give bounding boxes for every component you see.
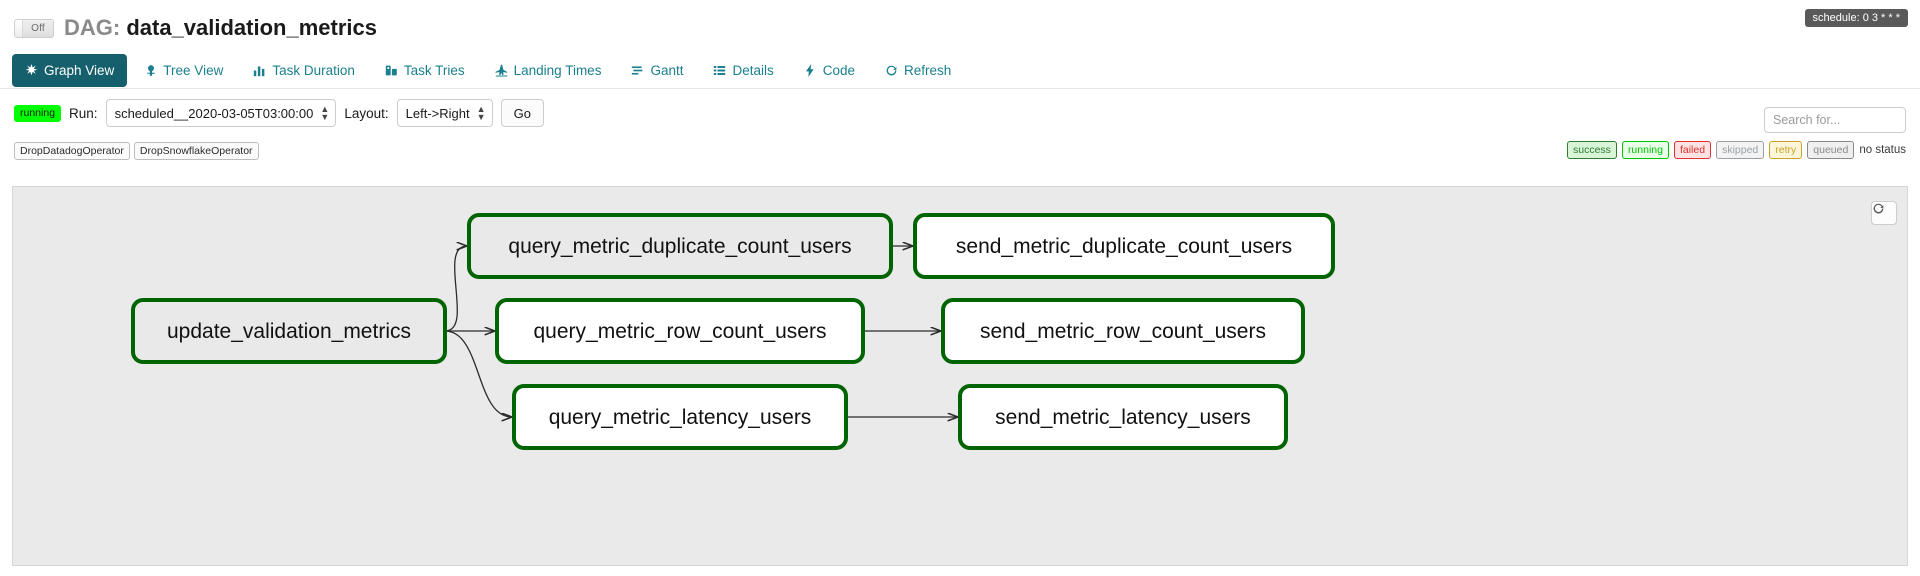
go-button[interactable]: Go [500,99,544,127]
chevron-updown-icon: ▲ ▼ [320,104,330,122]
status-legend: success running failed skipped retry queued no… [1567,141,1906,159]
node-label: update_validation_metrics [167,320,411,343]
dag-title-prefix: DAG: [64,15,127,40]
page-title: DAG: data_validation_metrics [64,15,377,41]
legend-badge-failed[interactable]: failed [1673,141,1712,159]
gantt-icon [631,64,644,77]
header-divider [0,88,1920,89]
graph-nodes: update_validation_metrics query_metric_du… [131,213,1335,450]
node-label: send_metric_row_count_users [980,320,1266,343]
schedule-badge: schedule: 0 3 * * * [1804,9,1908,27]
dagrun-state-badge[interactable]: running [14,104,62,122]
node-label: query_metric_latency_users [549,406,812,429]
dag-view-tabs: Graph View Tree View Task Duration Task Tri… [0,50,1920,90]
tab-tree-view[interactable]: Tree View [131,54,236,87]
tab-task-duration[interactable]: Task Duration [240,54,368,87]
graph-edge [444,246,467,332]
tab-label: Code [822,62,856,78]
run-controls: running Run: scheduled__2020-03-05T03:00… [0,90,1920,136]
operator-tag[interactable]: DropSnowflakeOperator [133,142,259,160]
legend-badge-success[interactable]: success [1567,141,1617,159]
graph-node-query_metric_latency_users[interactable]: query_metric_latency_users [512,384,848,450]
page-header: Off DAG: data_validation_metrics [0,0,1920,48]
layout-select-value: Left->Right [405,105,470,121]
chevron-updown-icon: ▲ ▼ [476,104,486,122]
graph-refresh-button[interactable] [1871,201,1897,225]
operator-tag[interactable]: DropDatadogOperator [14,142,130,160]
dag-title-name: data_validation_metrics [126,15,377,40]
bar-chart-icon [253,64,266,77]
asterisk-icon [25,63,38,77]
tab-label: Graph View [44,62,115,78]
legend-no-status: no status [1859,144,1906,156]
chart-icon [385,64,398,77]
dag-graph-canvas[interactable]: update_validation_metrics query_metric_du… [12,186,1908,566]
toggle-label: Off [23,19,53,37]
tab-label: Tree View [163,62,224,78]
legend-badge-retry[interactable]: retry [1769,141,1803,159]
refresh-icon [1873,203,1884,214]
tree-icon [144,64,157,77]
tab-label: Landing Times [513,62,602,78]
tab-gantt[interactable]: Gantt [618,54,696,87]
tab-graph-view[interactable]: Graph View [12,53,128,87]
node-label: send_metric_duplicate_count_users [956,235,1292,258]
graph-node-query_metric_duplicate_count_users[interactable]: query_metric_duplicate_count_users [467,213,893,279]
graph-node-send_metric_latency_users[interactable]: send_metric_latency_users [958,384,1288,450]
tab-code[interactable]: Code [791,54,868,87]
tab-details[interactable]: Details [700,54,786,87]
graph-node-query_metric_row_count_users[interactable]: query_metric_row_count_users [495,298,865,364]
search-input[interactable]: Search for... [1764,107,1906,133]
graph-node-update_validation_metrics[interactable]: update_validation_metrics [131,298,447,364]
tab-label: Details [732,62,774,78]
refresh-icon [885,64,898,77]
list-icon [713,64,726,77]
layout-label: Layout: [344,105,389,121]
tab-label: Task Duration [272,62,355,78]
tab-label: Gantt [650,62,684,78]
graph-node-send_metric_row_count_users[interactable]: send_metric_row_count_users [941,298,1305,364]
run-select-value: scheduled__2020-03-05T03:00:00 [114,105,314,121]
tab-refresh[interactable]: Refresh [872,54,964,87]
layout-select[interactable]: Left->Right ▲ ▼ [396,99,493,127]
dag-pause-toggle[interactable]: Off [14,18,54,38]
legend-badge-skipped[interactable]: skipped [1716,141,1765,159]
bolt-icon [804,63,817,77]
run-select[interactable]: scheduled__2020-03-05T03:00:00 ▲ ▼ [105,99,337,127]
node-label: query_metric_row_count_users [534,320,827,343]
operators-and-legend-row: DropDatadogOperator DropSnowflakeOperator… [0,136,1920,164]
operator-tags: DropDatadogOperator DropSnowflakeOperator [14,141,263,160]
tab-label: Refresh [904,62,952,78]
plane-icon [495,64,508,77]
graph-node-send_metric_duplicate_count_users[interactable]: send_metric_duplicate_count_users [913,213,1335,279]
tab-landing-times[interactable]: Landing Times [482,54,615,87]
tab-task-tries[interactable]: Task Tries [372,54,478,87]
legend-badge-queued[interactable]: queued [1807,141,1855,159]
tab-label: Task Tries [403,62,465,78]
node-label: query_metric_duplicate_count_users [508,235,851,258]
dag-graph-svg: update_validation_metrics query_metric_du… [131,213,1335,450]
node-label: send_metric_latency_users [995,406,1251,429]
run-label: Run: [69,105,98,121]
legend-badge-running[interactable]: running [1621,141,1669,159]
toggle-knob [15,19,23,37]
airflow-dag-page: Off DAG: data_validation_metrics schedul… [0,0,1920,576]
